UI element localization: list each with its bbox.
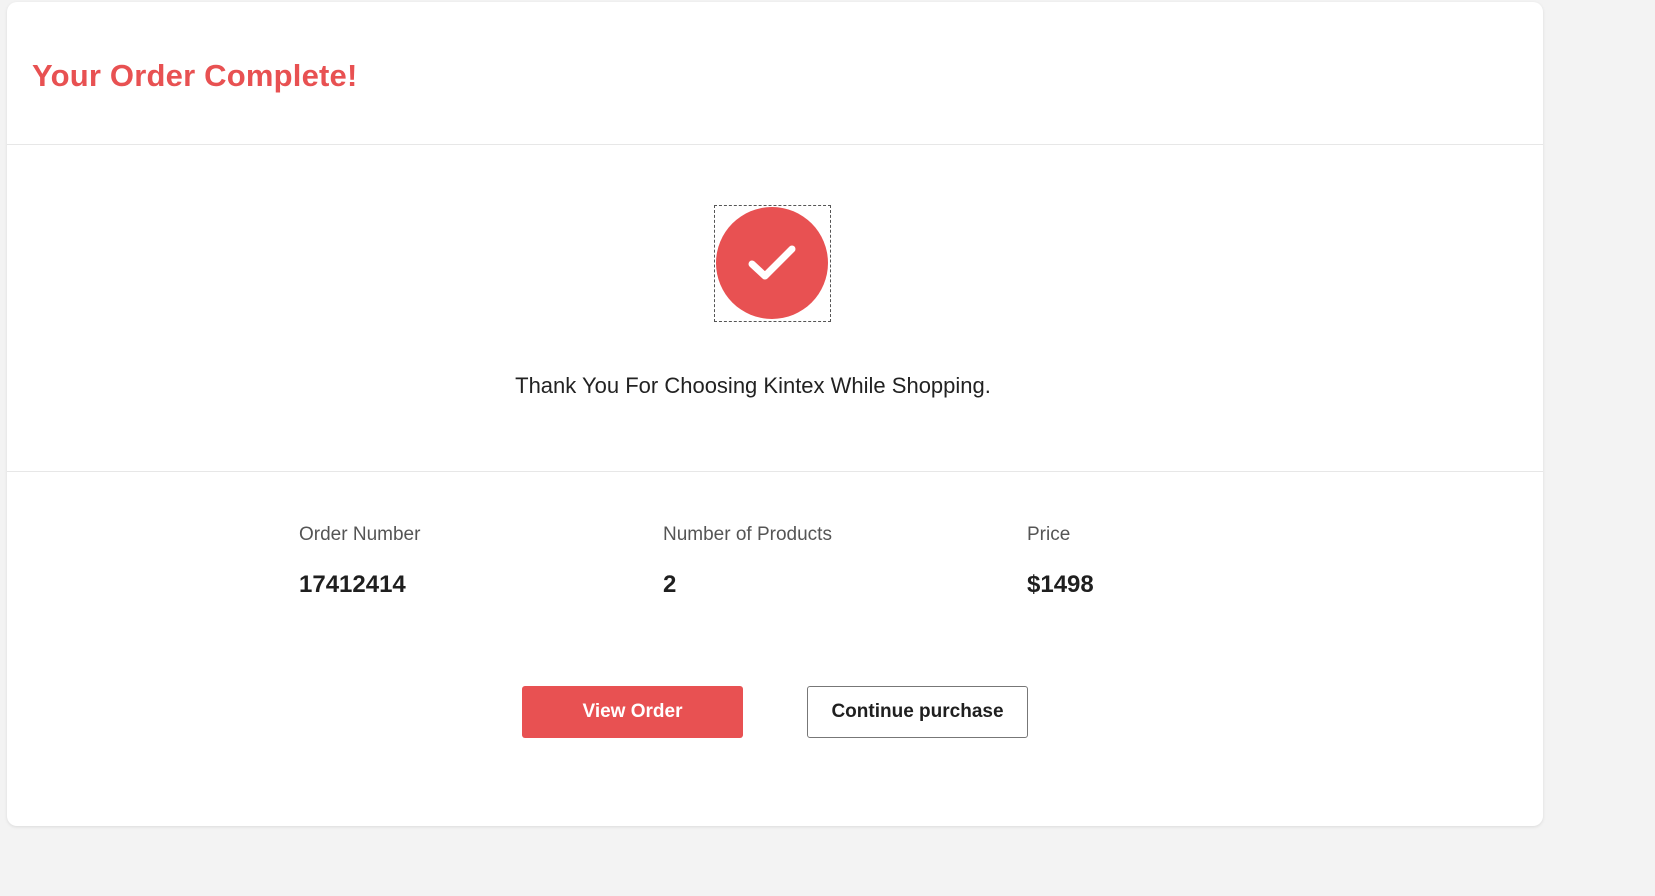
check-icon-frame <box>714 205 831 322</box>
price-value: $1498 <box>1027 571 1094 598</box>
continue-purchase-button[interactable]: Continue purchase <box>807 686 1028 738</box>
confirmation-section: Thank You For Choosing Kintex While Shop… <box>7 145 1543 472</box>
check-circle-icon <box>716 207 828 319</box>
order-number-detail: Order Number 17412414 <box>299 524 420 599</box>
card-header: Your Order Complete! <box>7 2 1543 145</box>
order-complete-card: Your Order Complete! Thank You For Choos… <box>7 2 1543 826</box>
price-label: Price <box>1027 524 1071 545</box>
order-number-label: Order Number <box>299 524 421 545</box>
view-order-button[interactable]: View Order <box>522 686 743 738</box>
page-title: Your Order Complete! <box>32 58 358 93</box>
product-count-detail: Number of Products 2 <box>663 524 832 599</box>
order-details-section: Order Number 17412414 Number of Products… <box>7 472 1543 826</box>
product-count-label: Number of Products <box>663 524 832 545</box>
product-count-value: 2 <box>663 571 677 598</box>
checkmark-icon <box>748 245 796 280</box>
price-detail: Price $1498 <box>1027 524 1094 599</box>
thank-you-message: Thank You For Choosing Kintex While Shop… <box>515 373 991 398</box>
order-number-value: 17412414 <box>299 571 406 598</box>
